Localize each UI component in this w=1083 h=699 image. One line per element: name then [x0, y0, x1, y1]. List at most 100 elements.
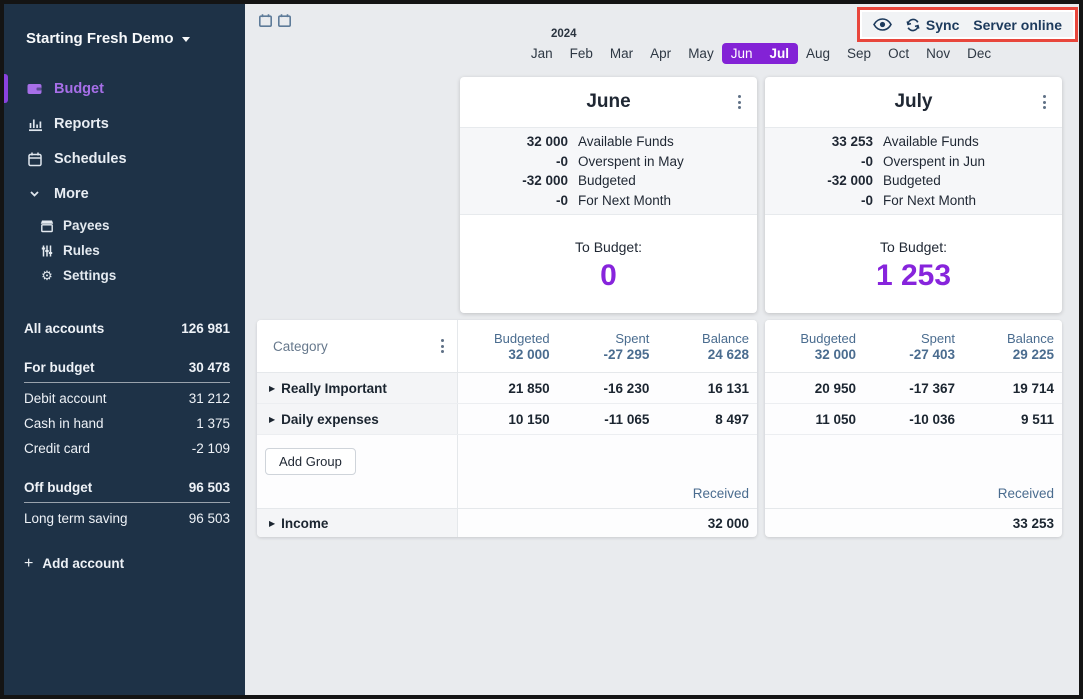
all-accounts-value: 126 981: [181, 321, 230, 336]
off-budget-header[interactable]: Off budget 96 503: [24, 475, 230, 503]
group-name-cell[interactable]: ▶ Income: [257, 509, 458, 537]
calendar-multi-icon[interactable]: [277, 13, 292, 28]
summary-row: 33 253 Available Funds: [765, 132, 1062, 152]
summary-row: -0 For Next Month: [765, 191, 1062, 211]
month-sep[interactable]: Sep: [839, 43, 880, 64]
budgeted-cell[interactable]: 20 950: [765, 373, 864, 403]
summary-label: For Next Month: [578, 193, 671, 208]
kebab-menu-icon[interactable]: [1040, 92, 1049, 112]
group-name: Really Important: [281, 381, 387, 396]
calendar-single-icon[interactable]: [258, 13, 273, 28]
month-nov[interactable]: Nov: [918, 43, 959, 64]
add-account-button[interactable]: + Add account: [24, 551, 230, 576]
summary-value: 32 000: [460, 134, 568, 149]
spent-cell[interactable]: -16 230: [558, 373, 658, 403]
category-header-cell: Category: [257, 320, 458, 372]
month-mar[interactable]: Mar: [601, 43, 641, 64]
sidebar-item-rules[interactable]: Rules: [4, 238, 245, 263]
summary-row: -0 For Next Month: [460, 191, 757, 211]
budgeted-column-header[interactable]: Budgeted 32 000: [458, 320, 558, 372]
june-values: 21 850 -16 230 16 131: [458, 373, 757, 403]
app-window: Starting Fresh Demo Budget Reports: [0, 0, 1083, 699]
month-summary-card-june: June 32 000 Available Funds -0 Overspent…: [460, 77, 757, 313]
kebab-menu-icon[interactable]: [735, 92, 744, 112]
sidebar-item-label: Budget: [54, 81, 104, 97]
sidebar-item-reports[interactable]: Reports: [4, 106, 245, 141]
month-title: July: [894, 91, 932, 113]
to-budget-value[interactable]: 0: [460, 259, 757, 293]
for-budget-header[interactable]: For budget 30 478: [24, 355, 230, 383]
storefront-icon: [40, 219, 54, 233]
month-apr[interactable]: Apr: [642, 43, 680, 64]
sliders-icon: [40, 244, 54, 258]
month-jun-selected[interactable]: Jun: [722, 43, 761, 64]
june-column-headers: Budgeted 32 000 Spent -27 295 Balance 24…: [458, 320, 757, 372]
accounts-panel: All accounts 126 981 For budget 30 478 D…: [4, 316, 245, 576]
month-may[interactable]: May: [680, 43, 723, 64]
account-row-credit-card[interactable]: Credit card -2 109: [24, 436, 230, 461]
month-jul-selected[interactable]: Jul: [761, 43, 798, 64]
account-balance: 1 375: [196, 416, 230, 431]
summary-label: Budgeted: [883, 173, 941, 188]
balance-column-header[interactable]: Balance 24 628: [657, 320, 757, 372]
group-name-cell[interactable]: ▶ Really Important: [257, 373, 458, 403]
group-name-cell[interactable]: ▶ Daily expenses: [257, 404, 458, 434]
month-summary-card-july: July 33 253 Available Funds -0 Overspent…: [765, 77, 1062, 313]
budgeted-cell[interactable]: 11 050: [765, 404, 864, 434]
to-budget-label: To Budget:: [765, 239, 1062, 255]
account-row-debit[interactable]: Debit account 31 212: [24, 386, 230, 411]
group-value: 30 478: [189, 360, 230, 375]
summary-label: Available Funds: [578, 134, 674, 149]
account-row-cash[interactable]: Cash in hand 1 375: [24, 411, 230, 436]
to-budget-value[interactable]: 1 253: [765, 259, 1062, 293]
sidebar-item-more[interactable]: More: [4, 176, 245, 211]
summary-value: -32 000: [765, 173, 873, 188]
sidebar-item-payees[interactable]: Payees: [4, 213, 245, 238]
balance-cell[interactable]: 16 131: [657, 373, 757, 403]
expand-triangle-icon: ▶: [269, 415, 275, 424]
budgeted-column-header[interactable]: Budgeted 32 000: [765, 320, 864, 372]
group-name: Income: [281, 516, 328, 531]
income-group-row: 33 253: [765, 508, 1062, 537]
summary-label: For Next Month: [883, 193, 976, 208]
month-aug[interactable]: Aug: [798, 43, 839, 64]
all-accounts-row[interactable]: All accounts 126 981: [24, 316, 230, 341]
sidebar-item-schedules[interactable]: Schedules: [4, 141, 245, 176]
summary-value: -0: [460, 193, 568, 208]
balance-column-header[interactable]: Balance 29 225: [963, 320, 1062, 372]
spent-column-header[interactable]: Spent -27 295: [558, 320, 658, 372]
month-jan[interactable]: Jan: [522, 43, 561, 64]
group-row-daily-expenses: ▶ Daily expenses 10 150 -11 065 8 497: [257, 404, 757, 435]
balance-cell[interactable]: 8 497: [657, 404, 757, 434]
sidebar-item-budget[interactable]: Budget: [4, 71, 245, 106]
month-dec[interactable]: Dec: [959, 43, 1000, 64]
balance-cell[interactable]: 19 714: [963, 373, 1062, 403]
spent-cell[interactable]: -17 367: [864, 373, 963, 403]
account-row-long-term-saving[interactable]: Long term saving 96 503: [24, 506, 230, 531]
summary-row: -32 000 Budgeted: [460, 171, 757, 191]
category-header-label: Category: [273, 339, 328, 354]
spent-column-header[interactable]: Spent -27 403: [864, 320, 963, 372]
account-balance: 31 212: [189, 391, 230, 406]
balance-cell[interactable]: 9 511: [963, 404, 1062, 434]
month-oct[interactable]: Oct: [880, 43, 918, 64]
to-budget-label: To Budget:: [460, 239, 757, 255]
column-label: Budgeted: [800, 331, 856, 346]
sidebar-item-label: Schedules: [54, 151, 127, 167]
sidebar-item-settings[interactable]: ⚙ Settings: [4, 263, 245, 288]
actual-budget-app: Starting Fresh Demo Budget Reports: [4, 4, 1079, 695]
summary-row: -0 Overspent in May: [460, 152, 757, 172]
budgeted-cell[interactable]: 10 150: [458, 404, 558, 434]
column-total: 32 000: [815, 347, 856, 362]
budget-file-menu[interactable]: Starting Fresh Demo: [26, 30, 245, 47]
add-group-button[interactable]: Add Group: [265, 448, 356, 475]
summary-row: -32 000 Budgeted: [765, 171, 1062, 191]
account-name: Debit account: [24, 391, 107, 406]
summary-label: Budgeted: [578, 173, 636, 188]
spent-cell[interactable]: -10 036: [864, 404, 963, 434]
sidebar-item-label: Rules: [63, 243, 100, 258]
budgeted-cell[interactable]: 21 850: [458, 373, 558, 403]
kebab-menu-icon[interactable]: [438, 336, 447, 356]
spent-cell[interactable]: -11 065: [558, 404, 658, 434]
month-feb[interactable]: Feb: [561, 43, 601, 64]
